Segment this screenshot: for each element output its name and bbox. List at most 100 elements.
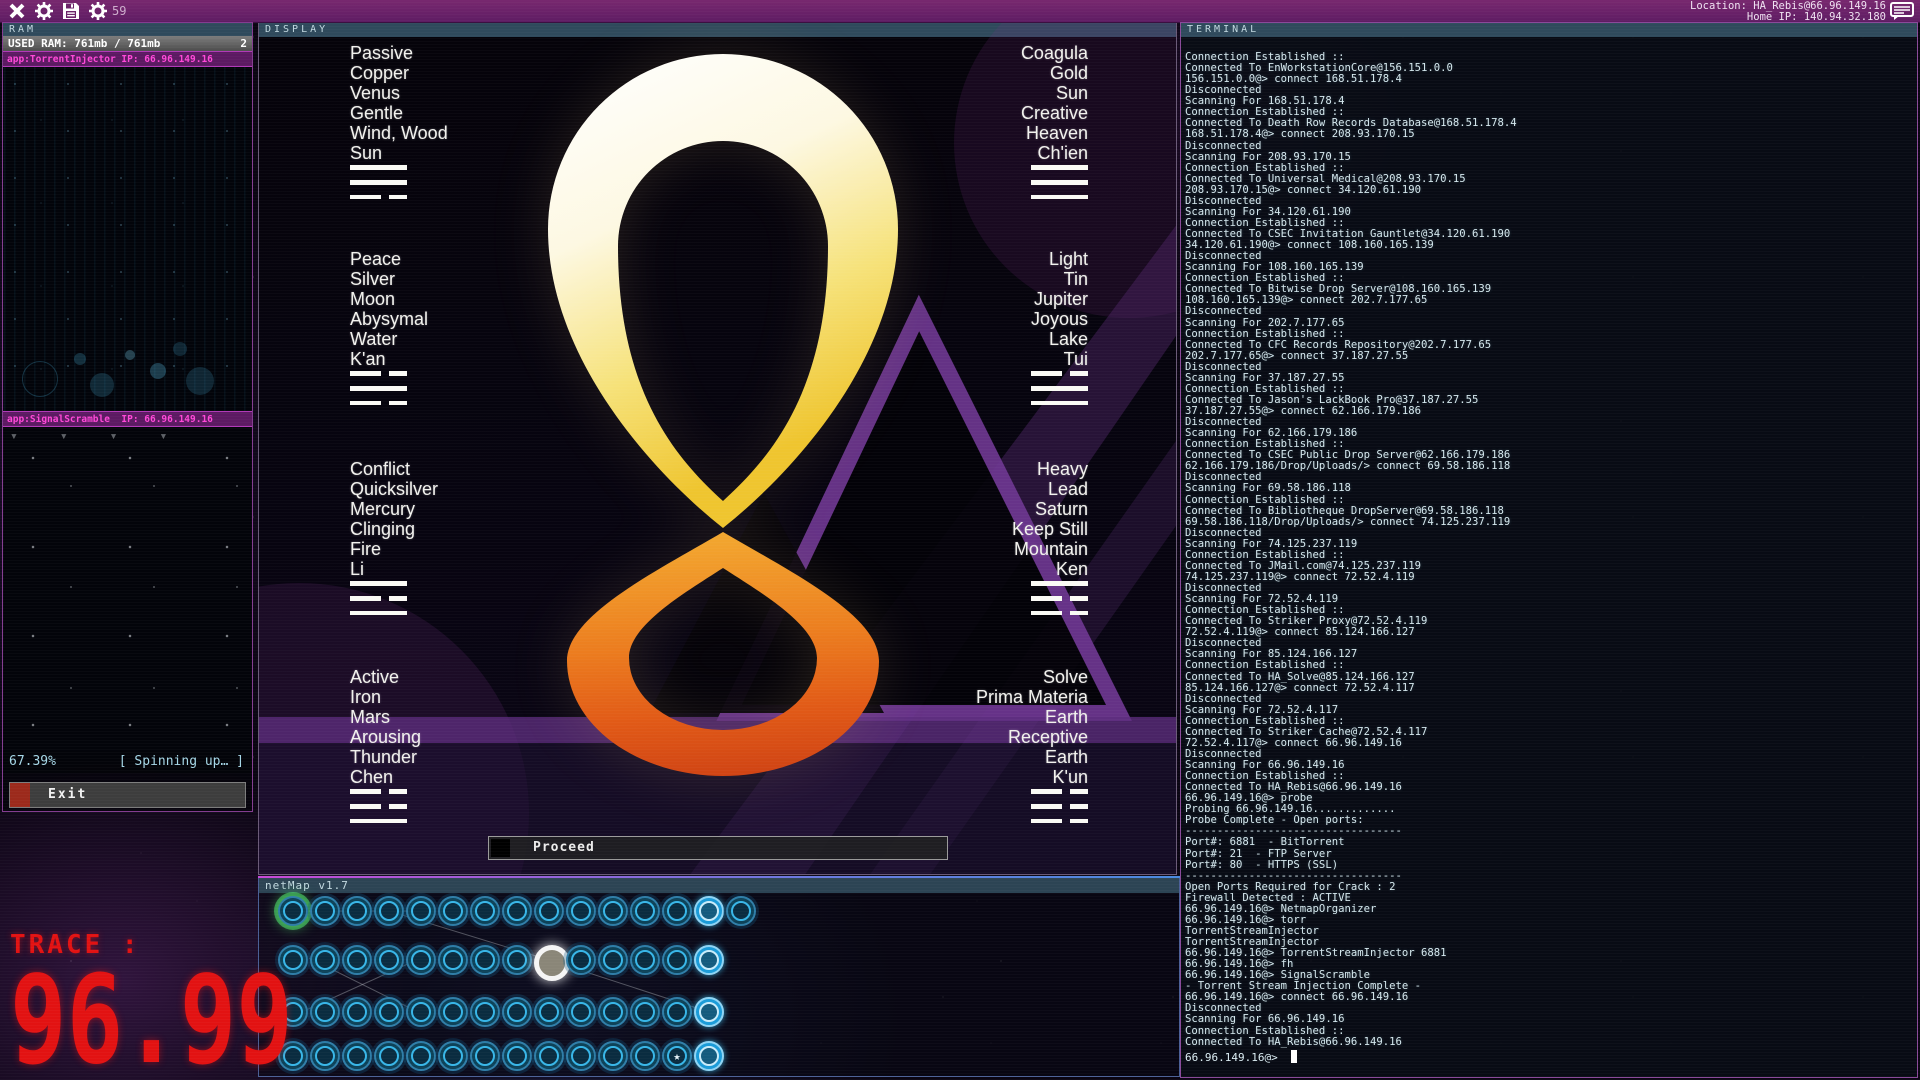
terminal-line: Connection Established :: [1185, 329, 1913, 340]
netmap-node[interactable] [662, 896, 692, 926]
netmap-node[interactable] [566, 945, 596, 975]
netmap-node[interactable] [662, 997, 692, 1027]
terminal-line: 85.124.166.127@> connect 72.52.4.117 [1185, 683, 1913, 694]
close-icon[interactable] [8, 2, 26, 20]
netmap-node[interactable] [662, 945, 692, 975]
netmap-node[interactable] [566, 1041, 596, 1071]
app-torrent-injector[interactable]: app:TorrentInjector IP: 66.96.149.16 [3, 51, 252, 67]
word-label: Lake [888, 330, 1088, 350]
word-label: Keep Still [888, 520, 1088, 540]
netmap-node[interactable] [534, 896, 564, 926]
trigram-symbol [350, 789, 407, 823]
netmap-node[interactable] [374, 997, 404, 1027]
netmap-node[interactable] [598, 997, 628, 1027]
netmap-node[interactable] [502, 945, 532, 975]
netmap-node[interactable] [534, 1041, 564, 1071]
netmap-node[interactable] [470, 997, 500, 1027]
netmap-node[interactable] [470, 1041, 500, 1071]
netmap-node[interactable] [310, 997, 340, 1027]
netmap-node[interactable] [342, 997, 372, 1027]
right-word-group-4[interactable]: SolvePrima MateriaEarthReceptiveEarthK'u… [888, 668, 1088, 834]
netmap-node[interactable] [406, 896, 436, 926]
node-inner-ring [475, 950, 495, 970]
netmap-node[interactable] [566, 997, 596, 1027]
word-label: Fire [350, 540, 438, 560]
netmap-node[interactable] [342, 945, 372, 975]
node-inner-ring [443, 1002, 463, 1022]
netmap-node[interactable] [502, 896, 532, 926]
netmap-node[interactable] [342, 1041, 372, 1071]
node-inner-ring [539, 1046, 559, 1066]
topbar-icon-group [8, 2, 107, 20]
netmap-node[interactable] [310, 945, 340, 975]
trigram-segment [1070, 611, 1088, 616]
netmap-node-home[interactable] [278, 896, 308, 926]
left-word-group-2[interactable]: PeaceSilverMoonAbysymalWaterK'an [350, 250, 428, 416]
save-icon[interactable] [62, 2, 80, 20]
terminal-prompt[interactable]: 66.96.149.16@> [1185, 1050, 1297, 1064]
netmap-node[interactable] [406, 945, 436, 975]
netmap-node[interactable] [694, 896, 724, 926]
node-inner-ring [699, 950, 719, 970]
netmap-node[interactable] [406, 997, 436, 1027]
trigram-line-broken [1031, 789, 1088, 794]
netmap-node[interactable] [694, 1041, 724, 1071]
netmap-node[interactable] [438, 896, 468, 926]
left-word-group-4[interactable]: ActiveIronMarsArousingThunderChen [350, 668, 421, 834]
netmap-node[interactable] [630, 1041, 660, 1071]
netmap-node[interactable] [630, 945, 660, 975]
netmap-panel: netMap v1.7 ★ [258, 877, 1180, 1077]
proceed-button[interactable]: Proceed [488, 836, 948, 860]
left-word-group-3[interactable]: ConflictQuicksilverMercuryClingingFireLi [350, 460, 438, 626]
netmap-node[interactable] [726, 896, 756, 926]
terminal-line: Disconnected [1185, 141, 1913, 152]
chevron-markers: ▾▾▾▾ [10, 429, 209, 444]
netmap-node[interactable] [630, 896, 660, 926]
netmap-node[interactable] [342, 896, 372, 926]
netmap-node[interactable] [438, 945, 468, 975]
trigram-segment [350, 371, 381, 376]
netmap-node[interactable] [566, 896, 596, 926]
trigram-segment [1031, 804, 1062, 809]
node-inner-ring [315, 901, 335, 921]
chat-icon[interactable] [1890, 2, 1914, 21]
netmap-node[interactable] [630, 997, 660, 1027]
netmap-node[interactable] [374, 896, 404, 926]
word-label: Thunder [350, 748, 421, 768]
netmap-node[interactable] [310, 896, 340, 926]
netmap-node[interactable] [374, 1041, 404, 1071]
exit-button[interactable]: Exit [9, 782, 246, 808]
netmap-node[interactable] [598, 1041, 628, 1071]
node-inner-ring [443, 1046, 463, 1066]
exit-button-marker [10, 783, 30, 807]
netmap-node[interactable] [694, 945, 724, 975]
netmap-node-csec[interactable]: ★ [662, 1041, 692, 1071]
home-ip-label: Home IP: 140.94.32.180 [1690, 12, 1886, 23]
netmap-node[interactable] [438, 1041, 468, 1071]
gear-icon[interactable] [89, 2, 107, 20]
right-word-group-1[interactable]: CoagulaGoldSunCreativeHeavenCh'ien [888, 44, 1088, 210]
netmap-node[interactable] [374, 945, 404, 975]
netmap-node[interactable] [502, 1041, 532, 1071]
netmap-node[interactable] [310, 1041, 340, 1071]
netmap-node[interactable] [438, 997, 468, 1027]
netmap-node[interactable] [470, 896, 500, 926]
netmap-node[interactable] [470, 945, 500, 975]
netmap-node[interactable] [694, 997, 724, 1027]
terminal-line: 202.7.177.65@> connect 37.187.27.55 [1185, 351, 1913, 362]
netmap-node[interactable] [406, 1041, 436, 1071]
trigram-line-broken [350, 789, 407, 794]
gear-icon[interactable] [35, 2, 53, 20]
netmap-node[interactable] [598, 896, 628, 926]
right-word-group-3[interactable]: HeavyLeadSaturnKeep StillMountainKen [888, 460, 1088, 626]
netmap-node-selected[interactable] [534, 945, 570, 981]
netmap-node[interactable] [534, 997, 564, 1027]
app-signal-scramble[interactable]: app:SignalScramble IP: 66.96.149.16 [3, 411, 252, 427]
netmap-node[interactable] [598, 945, 628, 975]
left-word-group-1[interactable]: PassiveCopperVenusGentleWind, WoodSun [350, 44, 448, 210]
right-word-group-2[interactable]: LightTinJupiterJoyousLakeTui [888, 250, 1088, 416]
word-label: Ken [888, 560, 1088, 580]
trigram-symbol [1031, 581, 1088, 615]
torrent-injector-visualization [4, 67, 251, 411]
netmap-node[interactable] [502, 997, 532, 1027]
